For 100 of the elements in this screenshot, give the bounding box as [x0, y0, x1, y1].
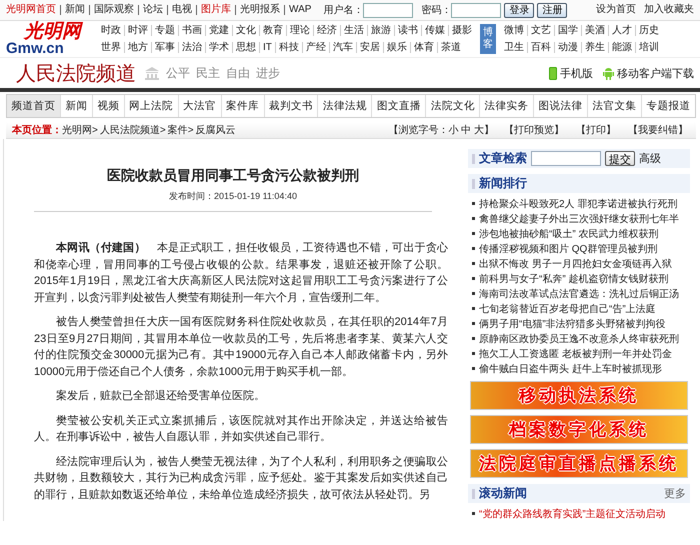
nav-link[interactable]: 教育 [259, 25, 286, 36]
nav-tab[interactable]: 大法官 [178, 95, 222, 117]
nav-link[interactable]: 理论 [286, 25, 313, 36]
bullet-icon [472, 277, 475, 280]
login-button[interactable]: 登录 [504, 2, 534, 18]
tool-link[interactable]: 【打印预览】 [504, 123, 564, 137]
nav-link[interactable]: 军事 [151, 42, 178, 53]
more-link[interactable]: 更多 [664, 486, 686, 501]
search-field[interactable] [531, 151, 601, 166]
news-link[interactable]: 禽兽继父趁妻子外出三次强奸继女获刑七年半 [479, 212, 679, 226]
nav-link[interactable]: 科技 [274, 42, 302, 53]
breadcrumb-link[interactable]: 人民法院频道> [100, 123, 166, 137]
nav-link[interactable]: 地方 [124, 42, 151, 53]
nav-link[interactable]: 生活 [340, 25, 367, 36]
nav-link[interactable]: 卫生 [501, 42, 527, 53]
advanced-link[interactable]: 高级 [639, 151, 661, 166]
nav-tab[interactable]: 裁判文书 [264, 95, 318, 117]
nav-link[interactable]: 娱乐 [382, 42, 410, 53]
nav-link[interactable]: 茶道 [436, 42, 464, 53]
nav-link[interactable]: 党建 [205, 25, 232, 36]
nav-link[interactable]: 摄影 [448, 25, 475, 36]
channel-link[interactable]: 移动客户端下载 [617, 66, 694, 80]
nav-link[interactable]: 电视 [167, 5, 196, 15]
nav-link[interactable]: 旅游 [367, 25, 394, 36]
nav-link[interactable]: 微博 [501, 25, 527, 36]
header-link[interactable]: 设为首页 [596, 5, 636, 15]
news-link[interactable]: 拖欠工人工资逃匿 老板被判刑一年并处罚金 [479, 346, 672, 360]
article-paragraph: 本网讯（付建国） 本是正式职工，担任收银员，工资待遇也不错，可出于贪心和侥幸心理，冒用同事的工号侵占收银的公款。结果事发，退赃还被开除了公职。2015年1月19日，黑龙江省大庆高新区人民法院对这起冒用职工工号贪污案进行了公开宣判，以贪污罪判处被告人樊莹有期徒刑一年六个月，宣告缓刑二年。 [34, 240, 448, 306]
news-link[interactable]: 持枪聚众斗殴致死2人 罪犯李诺进被执行死刑 [479, 196, 678, 210]
news-link[interactable]: 涉包地被抽砂船“吸土” 农民武力维权获刑 [479, 226, 658, 240]
nav-link[interactable]: 养生 [581, 42, 608, 53]
nav-link[interactable]: 传媒 [421, 25, 448, 36]
nav-link[interactable]: 新闻 [60, 5, 89, 15]
nav-link[interactable]: 历史 [635, 25, 662, 36]
nav-link[interactable]: 光明报系 [235, 5, 284, 15]
bullet-icon [472, 367, 475, 370]
channel-link[interactable]: 手机版 [560, 66, 593, 80]
bullet-icon [472, 337, 475, 340]
bullet-icon [472, 292, 475, 295]
breadcrumb-link[interactable]: 案件> [168, 123, 194, 137]
news-link[interactable]: 偷牛贼白日盗牛两头 赶牛上车时被抓现形 [479, 362, 662, 376]
nav-link[interactable]: 文艺 [527, 25, 554, 36]
news-link[interactable]: 传播淫秽视频和图片 QQ群管理员被判刑 [479, 242, 658, 256]
news-link[interactable]: 七旬老翁替近百岁老母把自己“告”上法庭 [479, 302, 656, 316]
panel-title: 新闻排行 [479, 175, 527, 192]
nav-link[interactable]: 能源 [608, 42, 635, 53]
nav-link[interactable]: 国学 [554, 25, 581, 36]
nav-link[interactable]: 经济 [313, 25, 340, 36]
tool-link[interactable]: 【我要纠错】 [628, 123, 688, 137]
nav-link[interactable]: 国际观察 [89, 5, 138, 15]
panel-title: 滚动新闻 [479, 485, 527, 502]
news-link[interactable]: 海南司法改革试点法官遴选：洗礼过后铜正汤 [479, 286, 679, 300]
password-field[interactable] [451, 2, 502, 18]
nav-link[interactable]: 美酒 [581, 25, 608, 36]
breadcrumb-link[interactable]: 反腐风云 [196, 123, 236, 137]
location-label: 本页位置： [12, 124, 62, 137]
news-link[interactable]: 原静南区政协委员王逸不改意杀人终审获死刑 [479, 332, 679, 346]
tool-link[interactable]: 【打印】 [576, 123, 616, 137]
nav-link[interactable]: 图片库 [196, 5, 235, 15]
news-link[interactable]: 前科男与女子“私奔” 趁机盗窃情女钱财获刑 [479, 272, 668, 286]
nav-link[interactable]: WAP [284, 5, 316, 15]
username-field[interactable] [363, 2, 414, 18]
font-size-controls[interactable]: 【浏览字号：小 中 大】 [388, 123, 494, 137]
news-link[interactable]: 出狱不悔改 男子一月四抢妇女金项链再入狱 [479, 256, 672, 270]
site-logo[interactable]: 光明网 Gmw.cn [6, 22, 98, 56]
nav-link[interactable]: 时政 [98, 25, 124, 36]
nav-link[interactable]: 培训 [635, 42, 662, 53]
slogan-word: 自由 [226, 64, 250, 82]
nav-link[interactable]: 时评 [124, 25, 151, 36]
nav-link[interactable]: 专题 [151, 25, 178, 36]
nav-link[interactable]: 光明网首页 [6, 5, 60, 15]
nav-link[interactable]: 体育 [410, 42, 437, 53]
nav-link[interactable]: 产经 [302, 42, 329, 53]
nav-link[interactable]: 思想 [232, 42, 259, 53]
breadcrumb-link[interactable]: 光明网> [62, 123, 98, 137]
nav-link[interactable]: 百科 [527, 42, 554, 53]
article-paragraph: 樊莹被公安机关正式立案抓捕后，该医院就对其作出开除决定，并送达给被告人。在刑事诉讼中，被告人自愿认罪，并如实供述自己罪行。 [34, 414, 448, 445]
slogan-word: 公平 [166, 64, 190, 82]
article-title: 医院收款员冒用同事工号贪污公款被判刑 [106, 167, 360, 185]
nav-link[interactable]: 法治 [178, 42, 205, 53]
register-button[interactable]: 注册 [537, 2, 568, 18]
nav-link[interactable]: 书画 [178, 25, 205, 36]
nav-link[interactable]: 读书 [394, 25, 421, 36]
submit-button[interactable]: 提交 [605, 151, 635, 166]
nav-link[interactable]: 论坛 [138, 5, 167, 15]
nav-link[interactable]: 汽车 [328, 42, 356, 53]
news-link[interactable]: “党的群众路线教育实践”主题征文活动启动 [479, 506, 666, 520]
nav-link[interactable]: 学术 [205, 42, 232, 53]
nav-link[interactable]: 人才 [608, 25, 635, 36]
featured-nav-link[interactable]: 博客 [480, 24, 496, 54]
nav-link[interactable]: IT [259, 42, 275, 53]
username-label: 用户名： [323, 4, 364, 17]
header-link[interactable]: 加入收藏夹 [644, 5, 694, 15]
nav-tab[interactable]: 频道首页 [7, 95, 61, 117]
nav-link[interactable]: 世界 [98, 42, 124, 53]
nav-link[interactable]: 安居 [356, 42, 383, 53]
nav-link[interactable]: 文化 [232, 25, 259, 36]
nav-link[interactable]: 动漫 [554, 42, 581, 53]
nav-tab[interactable]: 案件库 [222, 95, 265, 117]
news-link[interactable]: 俩男子用“电猫”非法狩猎多头野猪被判拘役 [479, 316, 666, 330]
